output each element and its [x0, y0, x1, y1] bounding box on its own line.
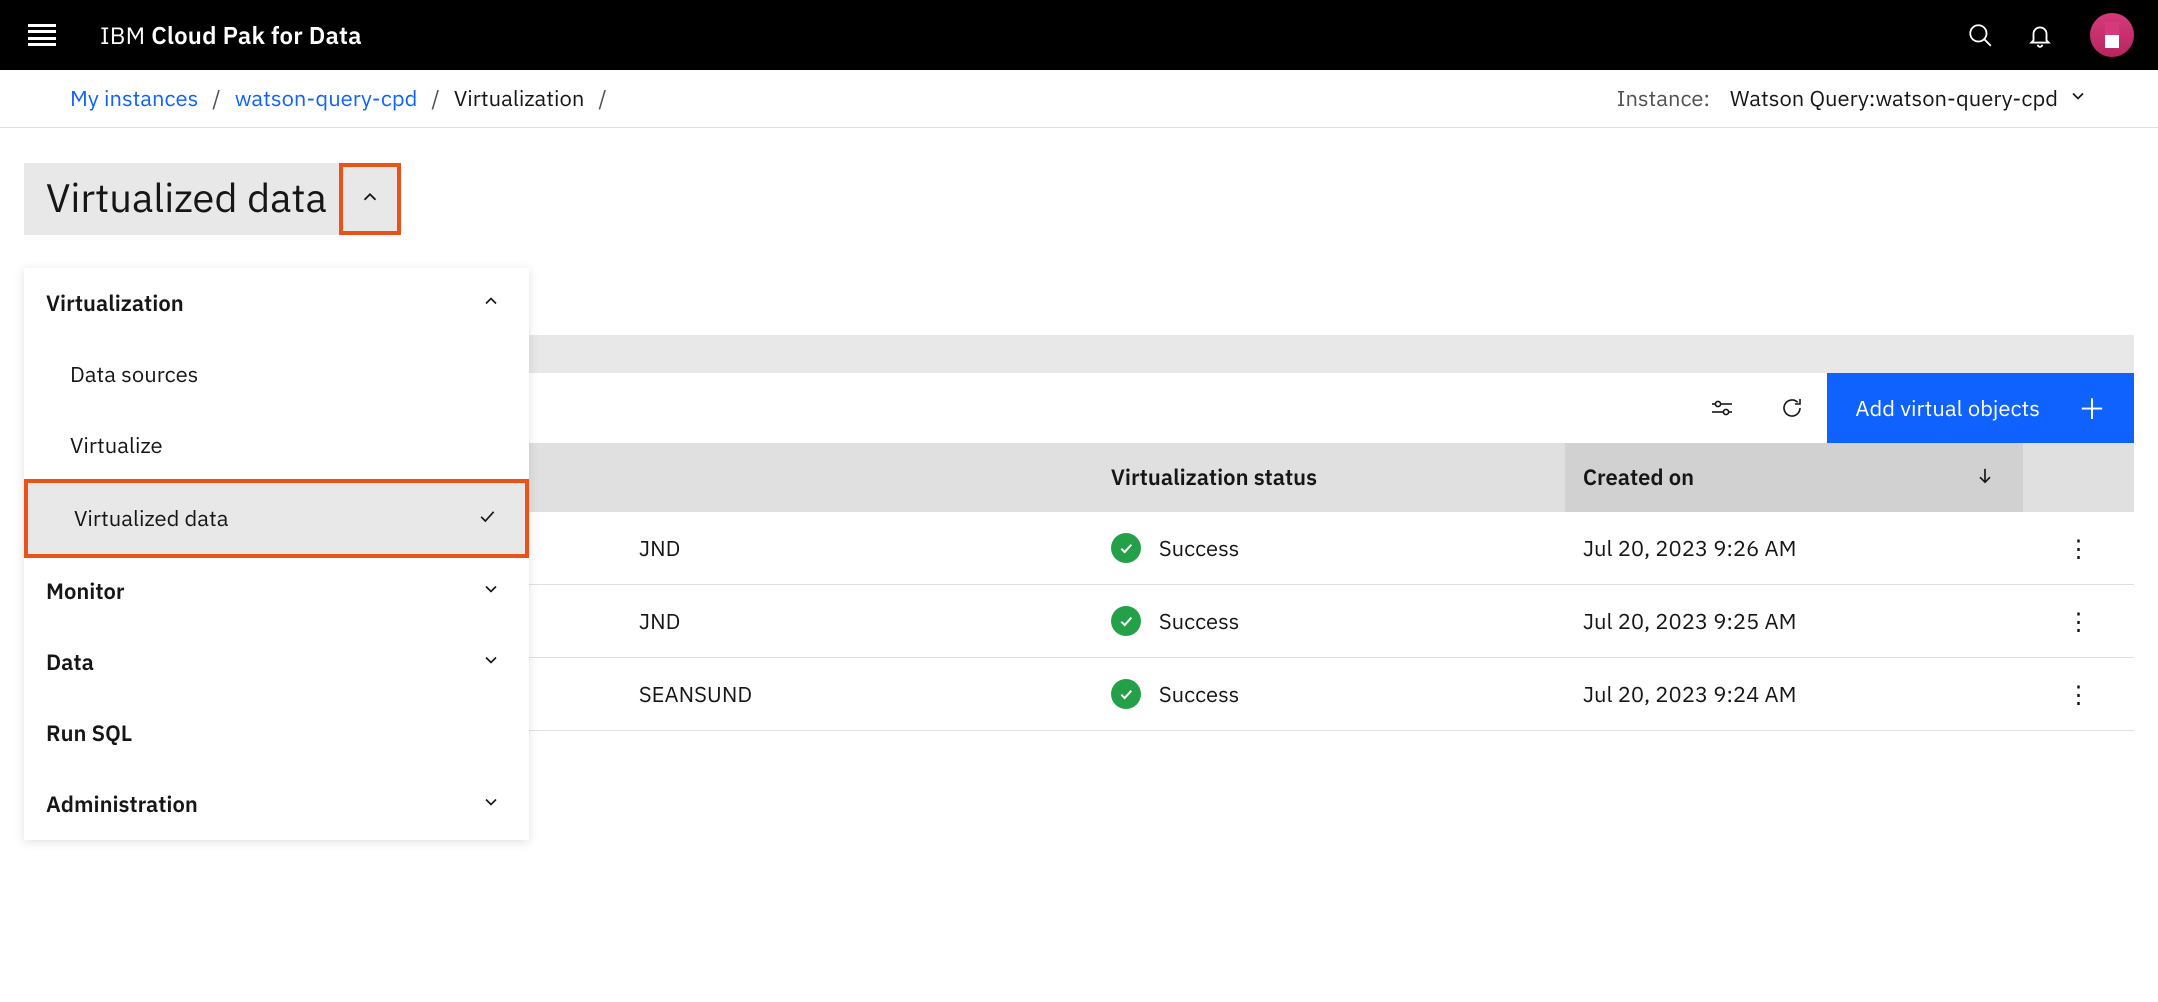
- success-icon: [1111, 679, 1141, 709]
- menu-section-monitor[interactable]: Monitor: [24, 556, 529, 627]
- content-area: Virtualized data Virtualization Data sou…: [0, 163, 2158, 731]
- breadcrumb-bar: My instances / watson-query-cpd / Virtua…: [0, 70, 2158, 128]
- overflow-icon: ⋮: [2066, 690, 2090, 698]
- success-icon: [1111, 533, 1141, 563]
- overflow-icon: ⋮: [2066, 617, 2090, 625]
- instance-label: Instance:: [1617, 84, 1710, 113]
- search-icon[interactable]: [1950, 5, 2010, 65]
- menu-label: Virtualize: [70, 431, 163, 460]
- brand-title: IBM Cloud Pak for Data: [100, 19, 362, 51]
- row-overflow-menu[interactable]: ⋮: [2023, 585, 2134, 658]
- menu-label: Run SQL: [46, 719, 132, 748]
- success-icon: [1111, 606, 1141, 636]
- menu-item-data-sources[interactable]: Data sources: [24, 339, 529, 410]
- menu-label: Virtualized data: [74, 504, 229, 533]
- chevron-down-icon: [2068, 84, 2088, 113]
- chevron-down-icon: [481, 648, 501, 677]
- status-text: Success: [1159, 607, 1240, 636]
- menu-section-administration[interactable]: Administration: [24, 769, 529, 840]
- cell-status: Success: [1093, 512, 1565, 585]
- top-header: IBM Cloud Pak for Data: [0, 0, 2158, 70]
- menu-label: Virtualization: [46, 289, 184, 318]
- menu-item-virtualized-data[interactable]: Virtualized data: [24, 479, 529, 558]
- menu-label: Administration: [46, 790, 198, 819]
- menu-item-virtualize[interactable]: Virtualize: [24, 410, 529, 481]
- breadcrumb-link-watson-query-cpd[interactable]: watson-query-cpd: [235, 84, 418, 113]
- menu-section-virtualization[interactable]: Virtualization: [24, 268, 529, 339]
- instance-dropdown[interactable]: Watson Query:watson-query-cpd: [1730, 84, 2088, 113]
- cell-created: Jul 20, 2023 9:26 AM: [1565, 512, 2023, 585]
- avatar[interactable]: [2090, 13, 2134, 57]
- menu-section-data[interactable]: Data: [24, 627, 529, 698]
- page-title-toggle[interactable]: [339, 163, 401, 235]
- avatar-inner: [2105, 22, 2119, 48]
- chevron-up-icon: [481, 289, 501, 318]
- chevron-up-icon: [359, 186, 381, 213]
- col-header-schema[interactable]: [621, 443, 1093, 512]
- col-header-status[interactable]: Virtualization status: [1093, 443, 1565, 512]
- refresh-icon[interactable]: [1757, 373, 1827, 443]
- row-overflow-menu[interactable]: ⋮: [2023, 512, 2134, 585]
- menu-label: Data: [46, 648, 94, 677]
- cell-status: Success: [1093, 658, 1565, 731]
- breadcrumb: My instances / watson-query-cpd / Virtua…: [70, 84, 607, 113]
- row-overflow-menu[interactable]: ⋮: [2023, 658, 2134, 731]
- cell-status: Success: [1093, 585, 1565, 658]
- hamburger-menu-icon[interactable]: [28, 24, 56, 46]
- instance-value: Watson Query:watson-query-cpd: [1730, 84, 2058, 113]
- col-header-created[interactable]: Created on: [1565, 443, 2023, 512]
- menu-section-run-sql[interactable]: Run SQL: [24, 698, 529, 769]
- menu-label: Monitor: [46, 577, 125, 606]
- cell-created: Jul 20, 2023 9:25 AM: [1565, 585, 2023, 658]
- status-text: Success: [1159, 680, 1240, 709]
- overflow-icon: ⋮: [2066, 544, 2090, 552]
- sort-descending-icon: [1975, 463, 1995, 492]
- chevron-down-icon: [481, 577, 501, 606]
- add-button-label: Add virtual objects: [1855, 394, 2040, 423]
- add-virtual-objects-button[interactable]: Add virtual objects ＋: [1827, 373, 2134, 443]
- filter-icon[interactable]: [1687, 373, 1757, 443]
- cell-created: Jul 20, 2023 9:24 AM: [1565, 658, 2023, 731]
- cell-schema: SEANSUND: [621, 658, 1093, 731]
- breadcrumb-sep: /: [431, 84, 439, 113]
- menu-label: Data sources: [70, 360, 198, 389]
- status-text: Success: [1159, 534, 1240, 563]
- nav-dropdown-menu: Virtualization Data sources Virtualize V…: [24, 268, 529, 840]
- brand-light: IBM: [100, 19, 151, 51]
- col-header-actions: [2023, 443, 2134, 512]
- breadcrumb-sep: /: [212, 84, 220, 113]
- breadcrumb-link-my-instances[interactable]: My instances: [70, 84, 198, 113]
- breadcrumb-sep: /: [598, 84, 606, 113]
- page-title: Virtualized data: [24, 163, 341, 235]
- notifications-icon[interactable]: [2010, 5, 2070, 65]
- brand-bold: Cloud Pak for Data: [151, 19, 362, 51]
- instance-selector: Instance: Watson Query:watson-query-cpd: [1617, 84, 2088, 113]
- breadcrumb-current: Virtualization: [454, 84, 585, 113]
- checkmark-icon: [477, 504, 497, 533]
- page-title-wrap: Virtualized data: [24, 163, 2158, 235]
- plus-icon: ＋: [2078, 388, 2106, 428]
- cell-schema: JND: [621, 512, 1093, 585]
- cell-schema: JND: [621, 585, 1093, 658]
- chevron-down-icon: [481, 790, 501, 819]
